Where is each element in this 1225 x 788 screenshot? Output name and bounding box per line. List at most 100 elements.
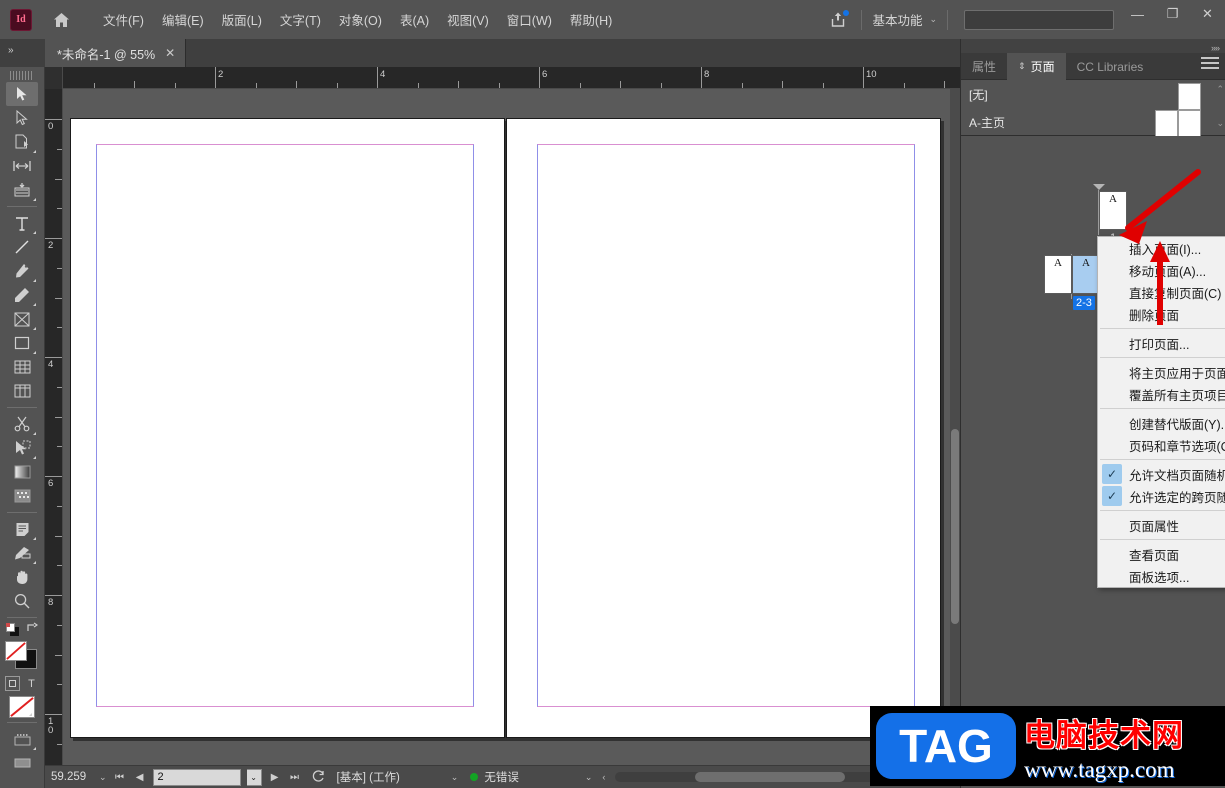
last-page-button[interactable]: ⏭ — [288, 772, 302, 783]
menu-type[interactable]: 文字(T) — [271, 6, 330, 33]
fill-stroke-swatches[interactable] — [5, 641, 39, 671]
ctx-duplicate-pages[interactable]: 直接复制页面(C) — [1098, 281, 1225, 303]
master-a-thumbnail-left[interactable] — [1155, 110, 1178, 137]
document-canvas[interactable] — [63, 89, 960, 765]
ctx-print-pages[interactable]: 打印页面... — [1098, 332, 1225, 354]
master-row-none[interactable]: [无] — [961, 80, 1225, 110]
scissors-tool[interactable] — [6, 412, 38, 436]
ctx-page-attributes[interactable]: 页面属性 — [1098, 514, 1225, 536]
menu-window[interactable]: 窗口(W) — [498, 6, 561, 33]
tab-properties[interactable]: 属性 — [961, 53, 1007, 80]
ctx-move-pages[interactable]: 移动页面(A)... — [1098, 259, 1225, 281]
pages-panel-context-menu[interactable]: 插入页面(I)... 移动页面(A)... 直接复制页面(C) 删除页面 打印页… — [1097, 236, 1225, 588]
document-spread[interactable] — [70, 118, 944, 741]
pen-tool[interactable] — [6, 259, 38, 283]
masters-scroll-up-icon[interactable]: ⌃ — [1216, 84, 1224, 95]
gap-tool[interactable] — [6, 154, 38, 178]
close-button[interactable]: ✕ — [1190, 0, 1225, 28]
back-chevron-icon[interactable]: ‹ — [602, 772, 605, 782]
ruler-origin[interactable] — [45, 67, 63, 89]
tab-cc-libraries[interactable]: CC Libraries — [1066, 53, 1155, 80]
master-a-thumbnail-right[interactable] — [1178, 110, 1201, 137]
page-number-input[interactable]: 2 — [152, 768, 241, 786]
zoom-chevron-down-icon[interactable]: ⌄ — [99, 772, 107, 783]
ctx-delete-pages[interactable]: 删除页面 — [1098, 303, 1225, 325]
content-collector-tool[interactable] — [6, 178, 38, 202]
canvas-vertical-scrollbar[interactable] — [950, 89, 960, 765]
panel-menu-hamburger-icon[interactable] — [1201, 57, 1219, 71]
scrollbar-thumb[interactable] — [951, 429, 959, 624]
ctx-apply-master[interactable]: 将主页应用于页面 — [1098, 361, 1225, 383]
preflight-icon[interactable] — [312, 769, 327, 786]
type-tool[interactable] — [6, 211, 38, 235]
error-chevron-down-icon[interactable]: ⌄ — [585, 772, 593, 783]
zoom-tool[interactable] — [6, 589, 38, 613]
document-tab[interactable]: *未命名-1 @ 55% ✕ — [45, 39, 187, 67]
column-tool[interactable] — [6, 379, 38, 403]
page-thumb-1[interactable]: A — [1099, 191, 1127, 230]
ctx-view-pages[interactable]: 查看页面 — [1098, 543, 1225, 565]
vertical-ruler[interactable]: 0 2 4 6 8 10 — [45, 89, 63, 765]
workspace-switcher[interactable]: 基本功能 ⌄ — [872, 10, 937, 29]
hand-tool[interactable] — [6, 565, 38, 589]
page-thumb-2[interactable]: A — [1044, 255, 1072, 294]
pencil-tool[interactable] — [6, 283, 38, 307]
measure-tool[interactable] — [6, 436, 38, 460]
menu-file[interactable]: 文件(F) — [94, 6, 153, 33]
menu-view[interactable]: 视图(V) — [438, 6, 498, 33]
horizontal-ruler[interactable]: 0246810 — [45, 67, 960, 89]
scrollbar-thumb[interactable] — [695, 772, 846, 782]
search-input[interactable] — [964, 9, 1114, 30]
previous-page-button[interactable]: ◀ — [133, 772, 147, 783]
menu-table[interactable]: 表(A) — [391, 6, 438, 33]
tab-pages[interactable]: ⇕ 页面 — [1007, 53, 1066, 80]
free-transform-tool[interactable] — [6, 355, 38, 379]
profile-chevron-down-icon[interactable]: ⌄ — [451, 772, 459, 783]
line-tool[interactable] — [6, 235, 38, 259]
ctx-allow-document-pages-shuffle[interactable]: ✓ 允许文档页面随机 — [1098, 463, 1225, 485]
direct-selection-tool[interactable] — [6, 106, 38, 130]
note-tool[interactable] — [6, 517, 38, 541]
eyedropper-tool[interactable] — [6, 541, 38, 565]
first-page-button[interactable]: ⏮ — [113, 772, 127, 783]
apply-none-button[interactable] — [9, 696, 35, 718]
rectangle-tool[interactable] — [6, 331, 38, 355]
ctx-panel-options[interactable]: 面板选项... — [1098, 565, 1225, 587]
ctx-insert-pages[interactable]: 插入页面(I)... — [1098, 237, 1225, 259]
ctx-override-master-items[interactable]: 覆盖所有主页项目 — [1098, 383, 1225, 405]
ctx-create-alternate-layout[interactable]: 创建替代版面(Y)... — [1098, 412, 1225, 434]
master-row-a[interactable]: A-主页 — [961, 108, 1225, 137]
zoom-level-value[interactable]: 59.259 — [51, 771, 93, 783]
gradient-feather-tool[interactable] — [6, 484, 38, 508]
home-icon[interactable] — [50, 9, 72, 31]
close-icon[interactable]: ✕ — [165, 46, 175, 60]
page-chevron-down-icon[interactable]: ⌄ — [246, 768, 262, 786]
formatting-affects-container-icon[interactable] — [5, 676, 20, 691]
next-page-button[interactable]: ▶ — [268, 772, 282, 783]
toolbar-grip[interactable] — [10, 71, 34, 80]
gradient-swatch-tool[interactable] — [6, 460, 38, 484]
ctx-allow-selected-spread-shuffle[interactable]: ✓ 允许选定的跨页随 — [1098, 485, 1225, 507]
preview-mode-icon[interactable] — [6, 751, 38, 775]
formatting-affects-text-icon[interactable]: T — [24, 676, 39, 691]
swap-fill-stroke-icon[interactable] — [26, 622, 39, 637]
page-right[interactable] — [506, 118, 941, 738]
page-left[interactable] — [70, 118, 505, 738]
default-fill-stroke-icon[interactable] — [6, 622, 20, 637]
fill-swatch[interactable] — [5, 641, 27, 661]
masters-scroll-down-icon[interactable]: ⌄ — [1216, 118, 1224, 129]
ctx-numbering-section-options[interactable]: 页码和章节选项(C — [1098, 434, 1225, 456]
menu-edit[interactable]: 编辑(E) — [153, 6, 213, 33]
menu-help[interactable]: 帮助(H) — [561, 6, 621, 33]
selection-tool[interactable] — [6, 82, 38, 106]
menu-layout[interactable]: 版面(L) — [213, 6, 271, 33]
minimize-button[interactable]: — — [1120, 0, 1155, 28]
collapse-panel-icon[interactable]: » — [8, 45, 13, 56]
normal-view-mode-icon[interactable] — [6, 727, 38, 751]
master-none-thumbnail[interactable] — [1178, 83, 1201, 110]
expand-panels-icon[interactable]: »» — [1211, 43, 1220, 53]
share-icon[interactable] — [825, 7, 851, 33]
frame-tool[interactable] — [6, 307, 38, 331]
page-thumb-3[interactable]: A — [1072, 255, 1100, 294]
maximize-button[interactable]: ❐ — [1155, 0, 1190, 28]
